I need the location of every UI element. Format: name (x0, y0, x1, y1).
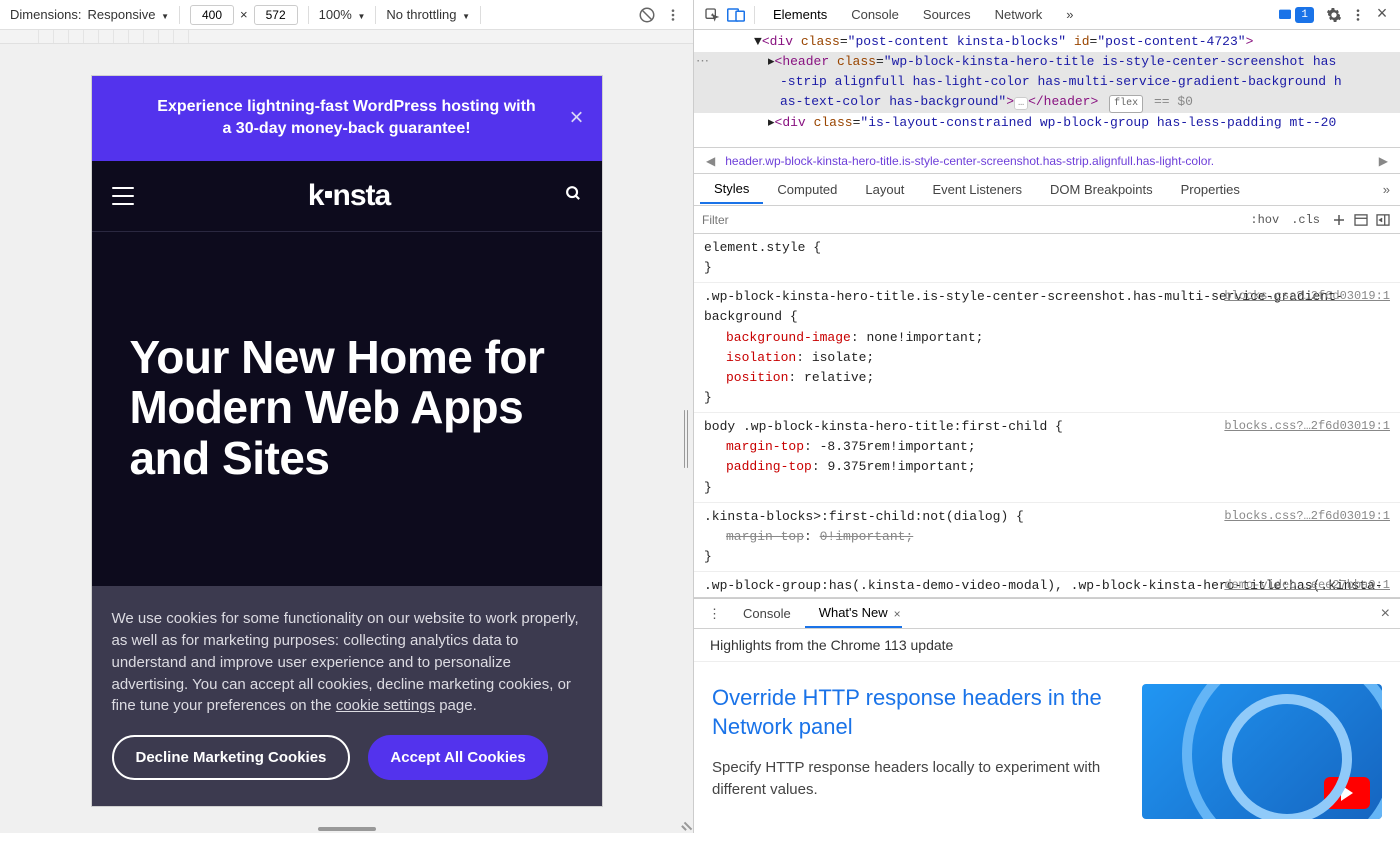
viewport-height-input[interactable] (254, 5, 298, 25)
drawer-subtitle: Highlights from the Chrome 113 update (694, 629, 1400, 662)
drawer-menu-icon[interactable]: ⋮ (700, 602, 729, 626)
stab-styles[interactable]: Styles (700, 175, 763, 204)
dom-tree[interactable]: ▼<div class="post-content kinsta-blocks"… (694, 30, 1400, 148)
styles-body[interactable]: element.style {}blocks.css?…2f6d03019:1.… (694, 234, 1400, 598)
stab-dombreakpoints[interactable]: DOM Breakpoints (1036, 176, 1167, 203)
viewport-stage: Experience lightning-fast WordPress host… (0, 44, 693, 833)
cls-toggle[interactable]: .cls (1285, 211, 1326, 229)
site-logo[interactable]: knsta (308, 179, 390, 213)
device-toolbar: Dimensions: Responsive ▼ × 100% ▼ No thr… (0, 0, 693, 30)
youtube-play-icon[interactable] (1324, 777, 1370, 809)
hov-toggle[interactable]: :hov (1244, 211, 1285, 229)
dom-selected-row: ⋯▸<header class="wp-block-kinsta-hero-ti… (694, 52, 1400, 72)
issues-badge[interactable]: 1 (1277, 7, 1322, 23)
resize-handle-bottom[interactable] (318, 827, 376, 831)
site-navbar: knsta (92, 161, 602, 232)
devtools-menu-icon[interactable] (1346, 3, 1370, 27)
close-devtools-icon[interactable]: × (1370, 3, 1394, 27)
device-toggle-icon[interactable] (724, 3, 748, 27)
gear-icon[interactable] (1322, 3, 1346, 27)
device-mode-dropdown[interactable]: Responsive ▼ (88, 7, 169, 22)
resize-handle-right[interactable] (683, 410, 689, 468)
zoom-dropdown[interactable]: 100% ▼ (319, 7, 366, 22)
whatsnew-title[interactable]: Override HTTP response headers in the Ne… (712, 684, 1122, 741)
styles-overflow-icon[interactable]: » (1379, 178, 1394, 201)
stab-eventlisteners[interactable]: Event Listeners (918, 176, 1036, 203)
whatsnew-body: Specify HTTP response headers locally to… (712, 757, 1122, 801)
tab-console[interactable]: Console (839, 1, 911, 28)
inspect-icon[interactable] (700, 3, 724, 27)
throttling-dropdown[interactable]: No throttling ▼ (386, 7, 470, 22)
mobile-preview-frame[interactable]: Experience lightning-fast WordPress host… (92, 76, 602, 806)
toggle-sidebar-icon[interactable] (1374, 211, 1392, 229)
dimension-separator: × (240, 7, 248, 22)
whatsnew-video-thumb[interactable] (1142, 684, 1382, 819)
dimensions-label: Dimensions: (10, 7, 82, 22)
styles-tabbar: Styles Computed Layout Event Listeners D… (694, 174, 1400, 206)
styles-filter-input[interactable] (702, 213, 1244, 227)
device-toolbar-menu-icon[interactable] (663, 5, 683, 25)
breadcrumb-next-icon[interactable]: ▶ (1375, 154, 1392, 168)
search-icon[interactable] (565, 185, 582, 207)
hamburger-icon[interactable] (112, 187, 134, 205)
breadcrumb-prev-icon[interactable]: ◀ (702, 154, 719, 168)
rotate-icon[interactable] (637, 5, 657, 25)
decline-cookies-button[interactable]: Decline Marketing Cookies (112, 735, 351, 780)
new-style-rule-icon[interactable] (1330, 211, 1348, 229)
devtools-top-bar: Elements Console Sources Network » 1 × (694, 0, 1400, 30)
rule-source-link[interactable]: blocks.css?…2f6d03019:1 (1224, 287, 1390, 306)
rule-source-link[interactable]: blocks.css?…2f6d03019:1 (1224, 417, 1390, 436)
viewport-width-input[interactable] (190, 5, 234, 25)
drawer-tab-console[interactable]: Console (729, 600, 805, 627)
hero-headline: Your New Home for Modern Web Apps and Si… (130, 332, 564, 484)
devtools-drawer: ⋮ Console What's New × × Highlights from… (694, 598, 1400, 833)
styles-filter-bar: :hov .cls (694, 206, 1400, 234)
rule-source-link[interactable]: blocks.css?…2f6d03019:1 (1224, 507, 1390, 526)
promo-banner-text: Experience lightning-fast WordPress host… (157, 98, 535, 137)
drawer-tab-close-icon[interactable]: × (894, 607, 901, 621)
promo-banner: Experience lightning-fast WordPress host… (92, 76, 602, 161)
cookie-text: We use cookies for some functionality on… (112, 608, 582, 717)
dom-breadcrumb[interactable]: ◀ header.wp-block-kinsta-hero-title.is-s… (694, 148, 1400, 174)
viewport-ruler (0, 30, 693, 44)
drawer-close-icon[interactable]: × (1377, 601, 1394, 627)
cookie-settings-link[interactable]: cookie settings (336, 697, 435, 714)
computed-styles-icon[interactable] (1352, 211, 1370, 229)
cookie-banner: We use cookies for some functionality on… (92, 586, 602, 806)
accept-cookies-button[interactable]: Accept All Cookies (368, 735, 547, 780)
rule-source-link[interactable]: demo-video-…eee27bba0:1 (1224, 576, 1390, 595)
close-icon[interactable]: × (569, 102, 583, 136)
drawer-tab-whatsnew[interactable]: What's New (805, 599, 902, 628)
tab-network[interactable]: Network (983, 1, 1055, 28)
stab-layout[interactable]: Layout (851, 176, 918, 203)
stab-computed[interactable]: Computed (763, 176, 851, 203)
tab-sources[interactable]: Sources (911, 1, 983, 28)
tab-elements[interactable]: Elements (761, 1, 839, 28)
stab-properties[interactable]: Properties (1167, 176, 1254, 203)
tabs-overflow-icon[interactable]: » (1054, 1, 1085, 28)
resize-handle-corner[interactable] (679, 821, 689, 831)
